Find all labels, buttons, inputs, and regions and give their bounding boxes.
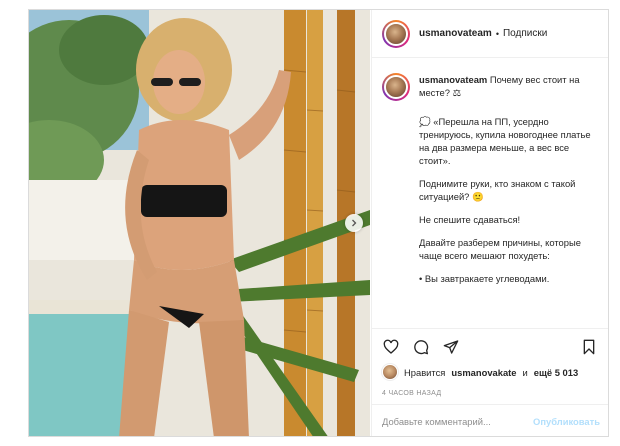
caption-paragraph: • Вы завтракаете углеводами.: [419, 273, 550, 284]
post-photo[interactable]: [29, 10, 370, 436]
caption-paragraph: Давайте разберем причины, которые чаще в…: [419, 237, 581, 261]
post-header: usmanovateam • Подписки: [372, 10, 608, 58]
instagram-post: usmanovateam • Подписки usmanovateam Поч…: [28, 9, 609, 437]
post-timestamp[interactable]: 4 часов назад: [382, 390, 441, 397]
chevron-right-icon: [352, 219, 357, 227]
liker-username[interactable]: usmanovakate: [451, 367, 516, 378]
bookmark-icon: [583, 339, 595, 355]
next-photo-button[interactable]: [345, 214, 363, 232]
share-button[interactable]: [442, 338, 460, 356]
likes-conjunction: и: [522, 366, 528, 378]
save-button[interactable]: [580, 338, 598, 356]
caption-first-line: usmanovateam Почему вес стоит на месте? …: [419, 73, 600, 99]
photo-illustration: [29, 10, 370, 436]
caption-body: usmanovateam Почему вес стоит на месте? …: [419, 73, 600, 326]
caption-paragraph: Поднимите руки, кто знаком с такой ситуа…: [419, 178, 576, 202]
comment-button[interactable]: [412, 338, 430, 356]
caption-paragraph: Не спешите сдаваться!: [419, 214, 521, 225]
likes-summary: Нравится usmanovakate и ещё 5 013: [382, 364, 578, 380]
post-caption: usmanovateam Почему вес стоит на месте? …: [372, 59, 608, 326]
author-avatar[interactable]: [382, 19, 410, 48]
post-actions: [372, 328, 608, 364]
paper-plane-icon: [443, 339, 459, 354]
caption-username[interactable]: usmanovateam: [419, 74, 487, 85]
header-separator: •: [495, 28, 499, 39]
author-username[interactable]: usmanovateam: [419, 28, 492, 39]
likes-count-link[interactable]: ещё 5 013: [534, 367, 578, 378]
comment-input[interactable]: [382, 416, 534, 427]
heart-icon: [383, 339, 399, 354]
post-sidebar: usmanovateam • Подписки usmanovateam Поч…: [371, 10, 608, 436]
follow-status-button[interactable]: Подписки: [503, 28, 547, 39]
likes-prefix: Нравится: [404, 366, 446, 378]
liker-avatar[interactable]: [382, 364, 398, 380]
like-button[interactable]: [382, 338, 400, 356]
caption-paragraph: 💭 «Перешла на ПП, усердно тренируюсь, ку…: [419, 116, 591, 166]
comment-form: Опубликовать: [372, 404, 608, 436]
publish-button[interactable]: Опубликовать: [533, 416, 600, 427]
comment-bubble-icon: [414, 339, 429, 354]
caption-avatar[interactable]: [382, 73, 410, 101]
